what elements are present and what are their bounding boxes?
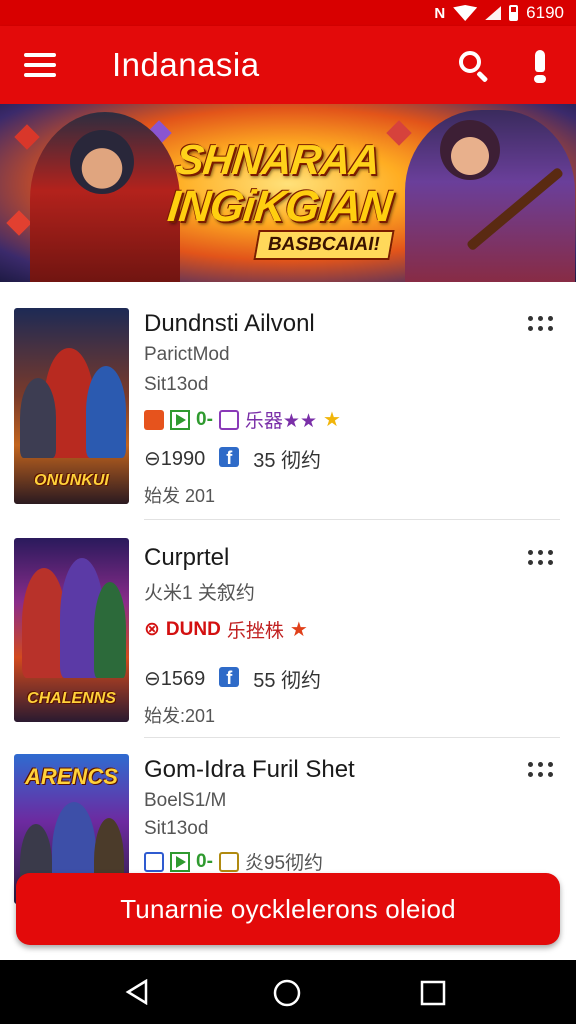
game-cover: ONUNKUI — [14, 308, 129, 504]
rating-count: ⊖1569 — [144, 668, 206, 690]
app-title: Indanasia — [112, 46, 260, 83]
recent-apps-icon[interactable] — [420, 980, 446, 1006]
controller-icon — [218, 851, 239, 872]
play-icon — [170, 851, 190, 872]
game-badges: ⊗ DUND 乐挫株 ★ — [144, 616, 308, 643]
more-options-icon[interactable] — [526, 316, 556, 332]
cover-title: CHALENNS — [27, 690, 116, 707]
navigation-bar — [0, 960, 576, 1024]
game-subtitle-2: Sit13od — [144, 818, 209, 839]
facebook-icon: f — [219, 447, 240, 470]
play-icon — [170, 409, 190, 430]
status-bar: N 6190 — [0, 0, 576, 26]
controller-icon — [218, 409, 239, 430]
game-title[interactable]: Curprtel — [144, 544, 229, 572]
cta-button[interactable]: Tunarnie oycklelerons oleiod — [16, 873, 560, 945]
divider — [144, 519, 560, 520]
tag-icon — [144, 409, 164, 430]
game-subtitle-2: Sit13od — [144, 374, 209, 395]
tag-icon — [144, 851, 164, 872]
rating-count: ⊖1990 — [144, 448, 206, 470]
signal-icon — [485, 6, 502, 20]
badge-text: 0- — [196, 850, 213, 872]
game-stats: ⊖1990 f 35 彻约 — [144, 444, 321, 473]
status-time: 6190 — [526, 3, 564, 22]
social-count: 55 彻约 — [253, 670, 322, 692]
featured-banner[interactable]: SHNARAA INGiKGIAN BASBCAIAI! — [0, 104, 576, 282]
star-icon: ★ — [322, 409, 341, 431]
cover-title: ONUNKUI — [34, 472, 109, 489]
home-icon[interactable] — [272, 978, 302, 1008]
search-icon[interactable] — [456, 48, 492, 84]
app-bar: Indanasia — [0, 26, 576, 104]
star-icon: ★ — [289, 619, 308, 641]
release-date: 始发 201 — [144, 486, 216, 506]
genre-tags: 乐器★★ — [244, 411, 317, 432]
back-icon[interactable] — [124, 979, 150, 1005]
social-count: 35 彻约 — [253, 450, 322, 472]
divider — [144, 737, 560, 738]
badge-text: DUND — [165, 618, 221, 640]
banner-hero-right — [405, 110, 575, 282]
banner-logo-line1: SHNARAA — [173, 136, 382, 183]
more-options-icon[interactable] — [526, 550, 556, 566]
wifi-icon — [453, 5, 478, 21]
game-badges: 0- 乐器★★ ★ — [144, 406, 341, 433]
game-title[interactable]: Dundnsti Ailvonl — [144, 310, 315, 338]
game-subtitle: BoelS1/M — [144, 790, 227, 811]
game-subtitle: 火米1 关叙约 — [144, 583, 255, 604]
cover-title: ARENCS — [25, 764, 118, 789]
game-cover: CHALENNS — [14, 538, 129, 722]
game-badges: 0- 炎95彻约 — [144, 848, 323, 875]
menu-icon[interactable] — [24, 53, 56, 77]
more-options-icon[interactable] — [526, 762, 556, 778]
genre-tags: 炎95彻约 — [244, 853, 324, 874]
banner-logo-sub: BASBCAIAI! — [253, 230, 395, 260]
nfc-icon: N — [434, 4, 446, 22]
game-title[interactable]: Gom-Idra Furil Shet — [144, 756, 355, 784]
banner-hero-left — [30, 112, 180, 282]
alert-icon[interactable] — [526, 48, 554, 86]
badge-text: 0- — [196, 408, 213, 430]
shield-icon: ⊗ — [144, 619, 160, 640]
banner-logo-line2: INGiKGIAN — [165, 182, 394, 231]
genre-tags: 乐挫株 — [226, 621, 284, 642]
battery-icon — [509, 5, 519, 21]
release-date: 始发:201 — [144, 706, 216, 726]
game-stats: ⊖1569 f 55 彻约 — [144, 664, 321, 693]
game-subtitle: ParictMod — [144, 344, 230, 365]
facebook-icon: f — [219, 667, 240, 690]
